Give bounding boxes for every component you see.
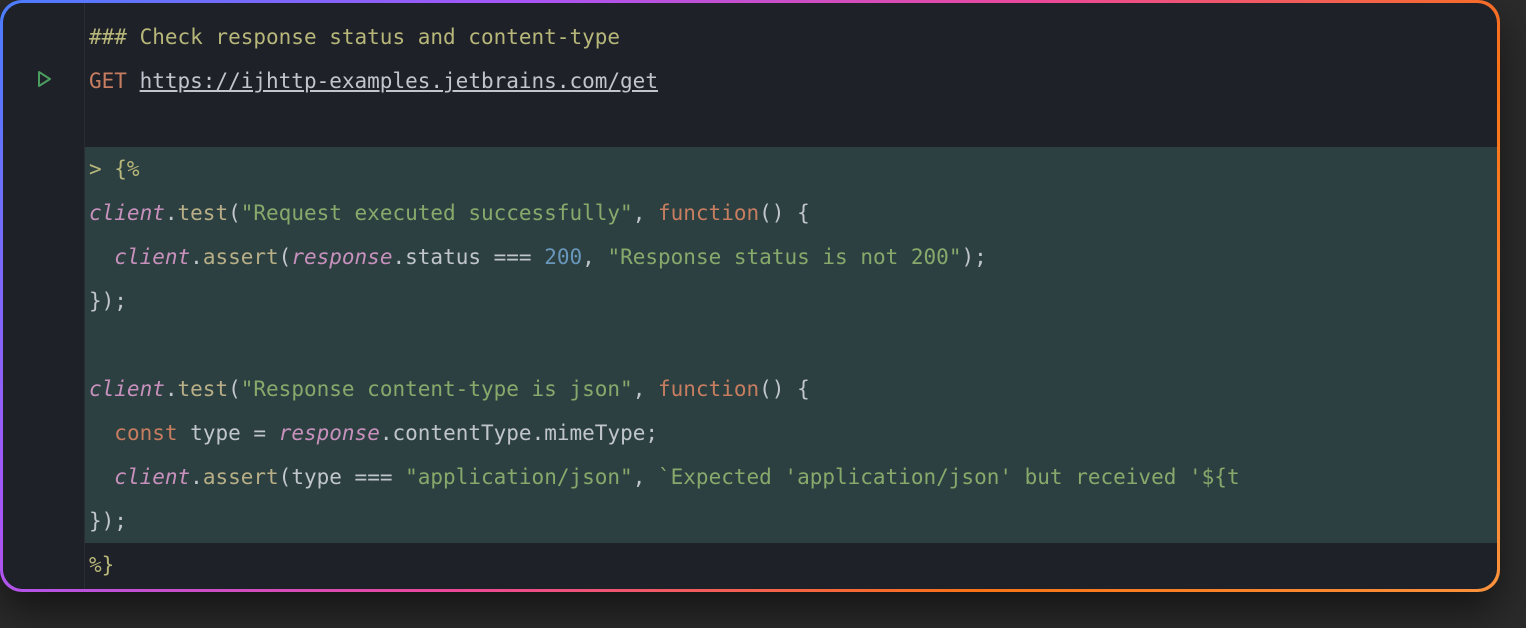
- editor-window: ### Check response status and content-ty…: [0, 0, 1500, 592]
- const-keyword: const: [114, 421, 177, 445]
- closing-brace: });: [89, 509, 127, 533]
- http-method: GET: [89, 69, 127, 93]
- comment-marker: ###: [89, 25, 140, 49]
- code-line: });: [85, 499, 1497, 543]
- prop: mimeType: [544, 421, 645, 445]
- script-close-delim: %}: [89, 553, 114, 577]
- test-func: test: [178, 377, 229, 401]
- var-name: type: [190, 421, 241, 445]
- code-line: client.assert(type === "application/json…: [85, 455, 1497, 499]
- response-obj: response: [279, 421, 380, 445]
- code-line-blank: [85, 103, 1497, 147]
- run-icon[interactable]: [3, 57, 84, 101]
- response-obj: response: [291, 245, 392, 269]
- code-line-blank: [85, 323, 1497, 367]
- status-prop: status: [405, 245, 481, 269]
- string-literal: "application/json": [405, 465, 633, 489]
- editor-inner: ### Check response status and content-ty…: [3, 3, 1497, 589]
- script-open-delim: > {%: [89, 157, 140, 181]
- client-obj: client: [89, 201, 165, 225]
- code-line: const type = response.contentType.mimeTy…: [85, 411, 1497, 455]
- prop: contentType: [393, 421, 532, 445]
- template-literal: `Expected 'application/json' but receive…: [658, 465, 1240, 489]
- test-func: test: [178, 201, 229, 225]
- number-literal: 200: [544, 245, 582, 269]
- comment-text: Check response status and content-type: [140, 25, 620, 49]
- code-line: client.test("Request executed successful…: [85, 191, 1497, 235]
- assert-func: assert: [203, 245, 279, 269]
- code-line: > {%: [85, 147, 1497, 191]
- code-line: ### Check response status and content-ty…: [85, 15, 1497, 59]
- code-line: %}: [85, 543, 1497, 587]
- client-obj: client: [89, 377, 165, 401]
- request-url[interactable]: https://ijhttp-examples.jetbrains.com/ge…: [140, 69, 658, 93]
- string-literal: "Response content-type is json": [241, 377, 633, 401]
- function-keyword: function: [658, 201, 759, 225]
- client-obj: client: [114, 245, 190, 269]
- code-line: GET https://ijhttp-examples.jetbrains.co…: [85, 59, 1497, 103]
- var-ref: type: [291, 465, 342, 489]
- assert-func: assert: [203, 465, 279, 489]
- code-line: client.assert(response.status === 200, "…: [85, 235, 1497, 279]
- string-literal: "Request executed successfully": [241, 201, 633, 225]
- client-obj: client: [114, 465, 190, 489]
- code-line: client.test("Response content-type is js…: [85, 367, 1497, 411]
- string-literal: "Response status is not 200": [607, 245, 961, 269]
- function-keyword: function: [658, 377, 759, 401]
- code-area[interactable]: ### Check response status and content-ty…: [85, 3, 1497, 589]
- code-line: });: [85, 279, 1497, 323]
- closing-brace: });: [89, 289, 127, 313]
- editor-gutter: [3, 3, 85, 589]
